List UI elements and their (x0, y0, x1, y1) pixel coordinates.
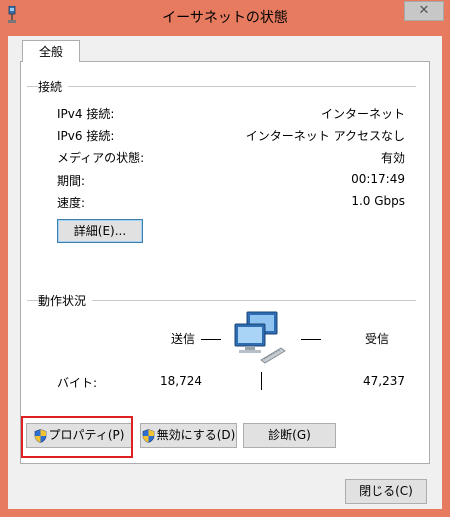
sent-dash (201, 339, 221, 340)
title-bar[interactable]: イーサネットの状態 ✕ (0, 0, 450, 36)
ipv4-label: IPv4 接続: (57, 107, 115, 121)
disable-button[interactable]: 無効にする(D) (140, 423, 237, 448)
sent-bytes-value: 18,724 (160, 374, 202, 388)
ipv4-value: インターネット (320, 107, 405, 121)
received-dash (301, 339, 321, 340)
received-bytes-value: 47,237 (363, 374, 405, 388)
received-label: 受信 (365, 332, 390, 346)
connection-group-line (27, 86, 416, 87)
speed-value: 1.0 Gbps (351, 194, 405, 208)
tab-general[interactable]: 全般 (22, 40, 80, 62)
details-button[interactable]: 詳細(E)... (57, 219, 143, 243)
media-state-label: メディアの状態: (57, 151, 145, 165)
network-computers-icon (234, 311, 286, 364)
tab-panel-general: 接続 IPv4 接続: インターネット IPv6 接続: インターネット アクセ… (20, 61, 430, 464)
sent-label: 送信 (171, 332, 196, 346)
uac-shield-icon (142, 428, 154, 443)
diagnose-button[interactable]: 診断(G) (243, 423, 336, 448)
disable-button-label: 無効にする(D) (156, 428, 236, 442)
speed-label: 速度: (57, 196, 86, 210)
ipv6-value: インターネット アクセスなし (245, 129, 405, 143)
window: イーサネットの状態 ✕ 全般 接続 IPv4 接続: インターネット IPv6 … (0, 0, 450, 517)
activity-divider (261, 372, 262, 390)
connection-group-title: 接続 (38, 78, 69, 95)
window-close-button[interactable]: ✕ (404, 1, 444, 21)
dialog-client-area: 全般 接続 IPv4 接続: インターネット IPv6 接続: インターネット … (8, 36, 442, 509)
properties-highlight-box (21, 416, 133, 458)
duration-label: 期間: (57, 174, 86, 188)
window-title: イーサネットの状態 (162, 10, 288, 26)
close-button[interactable]: 閉じる(C) (345, 479, 427, 504)
duration-value: 00:17:49 (351, 172, 405, 186)
activity-group-title: 動作状況 (38, 292, 93, 309)
ipv6-label: IPv6 接続: (57, 129, 115, 143)
bytes-label: バイト: (57, 376, 98, 390)
media-state-value: 有効 (380, 151, 405, 165)
